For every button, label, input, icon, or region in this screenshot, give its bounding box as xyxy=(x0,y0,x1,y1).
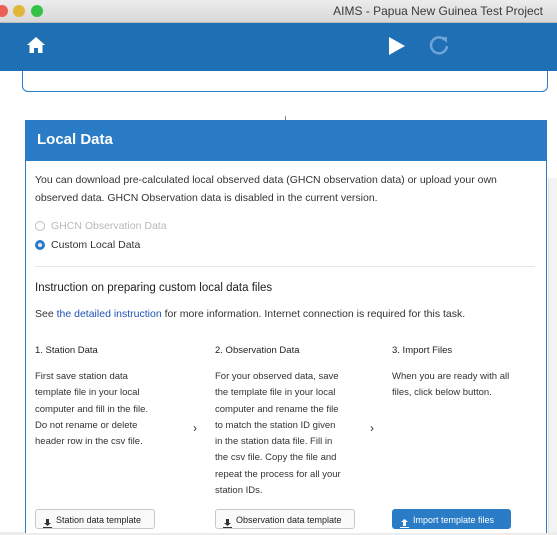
custom-local-radio[interactable] xyxy=(35,240,45,251)
step-line: files, click below button. xyxy=(392,387,492,399)
panel-header: Local Data xyxy=(26,121,546,161)
observation-data-template-button[interactable]: Observation data template xyxy=(215,509,355,529)
option-label: Custom Local Data xyxy=(51,239,141,251)
button-label: Import template files xyxy=(413,515,495,525)
chevron-right-icon: › xyxy=(193,421,197,435)
description-line: You can download pre-calculated local ob… xyxy=(35,174,497,186)
step-line: to match the station ID given xyxy=(215,419,336,431)
import-template-files-button[interactable]: Import template files xyxy=(392,509,511,529)
chevron-right-icon: › xyxy=(370,421,374,435)
instruction-note: See the detailed instruction for more in… xyxy=(35,308,465,320)
detailed-instruction-link[interactable]: the detailed instruction xyxy=(57,308,162,320)
download-icon xyxy=(43,515,52,535)
step-title: 1. Station Data xyxy=(35,345,98,356)
home-icon[interactable] xyxy=(26,36,46,59)
description-line: observed data. GHCN Observation data is … xyxy=(35,192,378,204)
step-title: 3. Import Files xyxy=(392,345,453,356)
step-line: First save station data xyxy=(35,371,128,382)
download-icon xyxy=(223,515,232,535)
scrollbar-track[interactable] xyxy=(548,178,557,532)
previous-panel xyxy=(22,71,548,92)
panel-title: Local Data xyxy=(37,131,113,148)
step-line: the csv file. Copy the file and xyxy=(215,452,337,464)
option-ghcn: GHCN Observation Data xyxy=(35,220,167,232)
upload-icon xyxy=(400,515,409,535)
app-toolbar xyxy=(0,23,557,71)
step-line: the template file in your local xyxy=(215,387,336,399)
ghcn-radio xyxy=(35,221,45,232)
see-prefix: See xyxy=(35,308,57,320)
play-icon[interactable] xyxy=(388,36,406,61)
step-line: When you are ready with all xyxy=(392,371,510,382)
window-titlebar: AIMS - Papua New Guinea Test Project xyxy=(0,0,557,23)
step-line: repeat the process for all your xyxy=(215,468,341,480)
step-line: in the station data file. Fill in xyxy=(215,436,333,448)
station-data-template-button[interactable]: Station data template xyxy=(35,509,155,529)
step-line: header row in the csv file. xyxy=(35,436,143,448)
step-text: First save station data template file in… xyxy=(35,369,148,450)
panel-description: You can download pre-calculated local ob… xyxy=(35,171,535,207)
window-title: AIMS - Papua New Guinea Test Project xyxy=(333,4,543,18)
step-line: station IDs. xyxy=(215,485,263,497)
step-line: computer and fill in the file. xyxy=(35,403,149,415)
option-custom-local[interactable]: Custom Local Data xyxy=(35,239,140,251)
step-title: 2. Observation Data xyxy=(215,345,300,356)
step-text: When you are ready with all files, click… xyxy=(392,369,509,402)
option-label: GHCN Observation Data xyxy=(51,220,167,232)
step-line: computer and rename the file xyxy=(215,403,339,415)
button-label: Station data template xyxy=(56,515,142,525)
instruction-title: Instruction on preparing custom local da… xyxy=(35,282,273,294)
see-suffix: for more information. Internet connectio… xyxy=(161,308,466,320)
step-line: For your observed data, save xyxy=(215,371,339,382)
step-text: For your observed data, save the templat… xyxy=(215,369,341,499)
step-line: template file in your local xyxy=(35,387,140,399)
button-label: Observation data template xyxy=(236,515,342,525)
divider xyxy=(35,266,535,267)
step-line: Do not rename or delete xyxy=(35,419,138,431)
refresh-icon[interactable] xyxy=(428,34,450,61)
